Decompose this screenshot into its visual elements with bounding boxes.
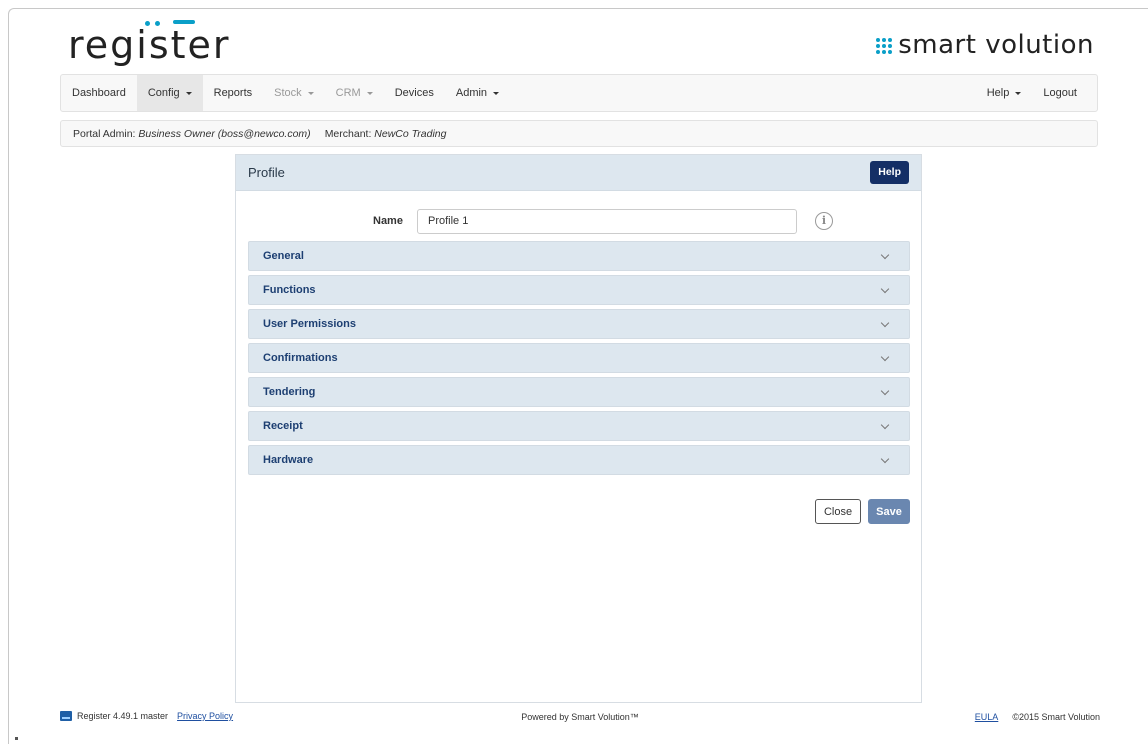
- name-label: Name: [373, 215, 403, 227]
- section-general-label: General: [263, 250, 304, 262]
- nav-crm-label: CRM: [335, 87, 361, 99]
- register-logo: register: [68, 23, 231, 67]
- chevron-down-icon: [880, 250, 890, 260]
- chevron-down-icon: [880, 386, 890, 396]
- nav-admin[interactable]: Admin: [445, 75, 510, 111]
- portal-admin-label: Portal Admin:: [73, 127, 136, 140]
- chevron-down-icon: [880, 454, 890, 464]
- nav-help[interactable]: Help: [976, 75, 1033, 111]
- section-receipt[interactable]: Receipt: [248, 411, 910, 441]
- section-tendering-label: Tendering: [263, 386, 316, 398]
- chevron-down-icon: [880, 284, 890, 294]
- context-bar: Portal Admin: Business Owner (boss@newco…: [60, 120, 1098, 147]
- merchant-label: Merchant:: [324, 127, 372, 140]
- nav-logout-label: Logout: [1043, 87, 1077, 99]
- window-corner: [15, 737, 18, 740]
- section-general[interactable]: General: [248, 241, 910, 271]
- caret-down-icon: [307, 91, 314, 95]
- main-navbar: Dashboard Config Reports Stock CRM Devic…: [60, 74, 1098, 112]
- nav-admin-label: Admin: [455, 87, 488, 99]
- footer-right: EULA ©2015 Smart Volution: [975, 712, 1100, 722]
- nav-stock[interactable]: Stock: [263, 75, 325, 111]
- caret-down-icon: [185, 91, 192, 95]
- profile-panel: Profile Help Name Profile 1 i General Fu…: [235, 154, 922, 703]
- nav-right-group: Help Logout: [976, 75, 1097, 111]
- section-receipt-label: Receipt: [263, 420, 303, 432]
- nav-dashboard-label: Dashboard: [72, 87, 126, 99]
- chevron-down-icon: [880, 420, 890, 430]
- caret-down-icon: [1015, 91, 1022, 95]
- section-user-permissions-label: User Permissions: [263, 318, 356, 330]
- caret-down-icon: [366, 91, 373, 95]
- powered-by-text: Powered by Smart Volution™: [521, 712, 639, 722]
- merchant-value: NewCo Trading: [374, 127, 447, 140]
- section-hardware[interactable]: Hardware: [248, 445, 910, 475]
- nav-config[interactable]: Config: [136, 75, 203, 111]
- section-confirmations-label: Confirmations: [263, 352, 338, 364]
- save-button[interactable]: Save: [868, 499, 910, 524]
- nav-devices[interactable]: Devices: [384, 75, 445, 111]
- name-input[interactable]: Profile 1: [417, 209, 797, 234]
- close-button[interactable]: Close: [815, 499, 861, 524]
- nav-crm[interactable]: CRM: [325, 75, 384, 111]
- panel-header: Profile Help: [236, 155, 921, 191]
- nav-devices-label: Devices: [394, 87, 434, 99]
- chevron-down-icon: [880, 352, 890, 362]
- eula-link[interactable]: EULA: [975, 712, 999, 722]
- help-button[interactable]: Help: [870, 161, 909, 184]
- section-tendering[interactable]: Tendering: [248, 377, 910, 407]
- section-user-permissions[interactable]: User Permissions: [248, 309, 910, 339]
- nav-dashboard[interactable]: Dashboard: [61, 75, 137, 111]
- logo-accent-bar: [173, 20, 195, 24]
- nav-reports[interactable]: Reports: [203, 75, 264, 111]
- nav-reports-label: Reports: [213, 87, 253, 99]
- section-confirmations[interactable]: Confirmations: [248, 343, 910, 373]
- company-name: smart volution: [898, 30, 1094, 60]
- nav-logout[interactable]: Logout: [1032, 75, 1097, 111]
- portal-admin-value: Business Owner (boss@newco.com): [138, 127, 311, 140]
- nav-stock-label: Stock: [274, 87, 302, 99]
- caret-down-icon: [493, 91, 500, 95]
- nav-help-label: Help: [986, 87, 1010, 99]
- name-row: Name Profile 1 i: [236, 209, 921, 235]
- panel-title: Profile: [248, 165, 285, 180]
- footer: Register 4.49.1 master Privacy Policy Po…: [60, 709, 1100, 725]
- nav-config-label: Config: [147, 87, 180, 99]
- section-functions-label: Functions: [263, 284, 316, 296]
- smart-volution-logo: smart volution: [876, 30, 1094, 60]
- info-icon[interactable]: i: [815, 212, 833, 230]
- section-functions[interactable]: Functions: [248, 275, 910, 305]
- chevron-down-icon: [880, 318, 890, 328]
- grid-dots-icon: [876, 37, 893, 54]
- copyright-text: ©2015 Smart Volution: [1012, 712, 1100, 722]
- section-hardware-label: Hardware: [263, 454, 314, 466]
